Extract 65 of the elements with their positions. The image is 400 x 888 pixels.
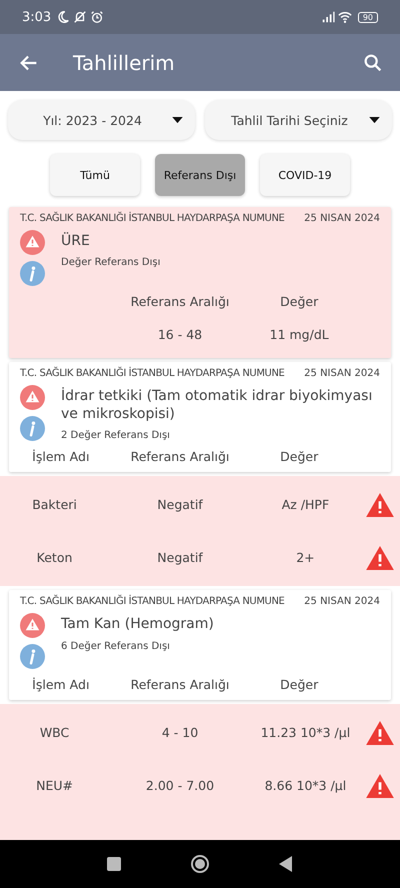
column-header: Değer [280, 677, 318, 692]
hospital-name: T.C. SAĞLIK BAKANLIĞI İSTANBUL HAYDARPAŞA NUMUNE [20, 368, 284, 379]
out-of-range-count: Değer Referans Dışı [61, 257, 160, 268]
muted-bell-icon [73, 10, 88, 24]
test-name: ÜRE [61, 232, 91, 250]
battery-level: 90 [358, 12, 378, 22]
result-card[interactable]: T.C. SAĞLIK BAKANLIĞI İSTANBUL HAYDARPAŞA NUMUNE 25 NISAN 2024 Tam Kan (Hemogram) 6 Değer Referans Dışı İşlem Adı Referans Aralığı Değer [9, 590, 391, 700]
filter-tab[interactable]: Referans Dışı [155, 154, 245, 196]
out-of-range-count: 6 Değer Referans Dışı [61, 640, 171, 652]
screen-title: Tahlillerim [73, 50, 175, 74]
column-header: İşlem Adı [32, 677, 90, 692]
warning-icon [366, 774, 394, 798]
info-icon [20, 261, 45, 286]
column-header: Referans Aralığı [130, 677, 230, 692]
result-date: 25 NISAN 2024 [304, 596, 380, 608]
table-cell: WBC [40, 725, 70, 740]
caret-icon [369, 116, 380, 124]
warning-icon [20, 230, 45, 255]
warning-icon [20, 613, 45, 638]
recents-icon[interactable] [104, 854, 124, 874]
table-cell: 11.23 10*3 /µl [260, 725, 350, 740]
table-cell: NEU# [36, 778, 73, 794]
table-cell: Keton [36, 550, 72, 566]
search-icon[interactable] [362, 52, 384, 74]
moon-icon [56, 10, 70, 24]
table-cell: 2.00 - 7.00 [146, 778, 214, 794]
dropdown[interactable]: Tahlil Tarihi Seçiniz [205, 100, 392, 140]
table-cell: Bakteri [32, 497, 77, 512]
table-cell: 2+ [296, 550, 315, 566]
test-name: İdrar tetkiki (Tam otomatik idrar biyokimyası ve mikroskopisi) [61, 387, 374, 424]
result-card[interactable]: T.C. SAĞLIK BAKANLIĞI İSTANBUL HAYDARPAŞA NUMUNE 25 NISAN 2024 ÜRE Değer Referans Dışı Referans Aralığı Değer 16 - 48 11 mg/dL [9, 207, 391, 358]
info-icon [20, 644, 45, 670]
table-cell: 4 - 10 [162, 725, 198, 740]
out-of-range-count: 2 Değer Referans Dışı [61, 430, 171, 442]
home-icon[interactable] [190, 854, 210, 874]
warning-icon [366, 720, 394, 745]
table-cell: 11 mg/dL [270, 327, 329, 342]
warning-icon [366, 492, 394, 517]
result-date: 25 NISAN 2024 [304, 368, 380, 379]
filter-tab[interactable]: COVID-19 [260, 154, 350, 196]
caret-icon [172, 116, 183, 124]
wifi-icon [338, 10, 352, 24]
table-cell: 8.66 10*3 /µl [264, 778, 346, 794]
column-header: Referans Aralığı [130, 449, 230, 464]
column-header: Değer [280, 294, 318, 309]
table-cell: Az /HPF [282, 497, 330, 512]
hospital-name: T.C. SAĞLIK BAKANLIĞI İSTANBUL HAYDARPAŞA NUMUNE [20, 596, 284, 608]
info-icon [20, 416, 45, 441]
alarm-icon [90, 10, 104, 24]
hospital-name: T.C. SAĞLIK BAKANLIĞI İSTANBUL HAYDARPAŞA NUMUNE [20, 213, 284, 224]
warning-icon [366, 546, 394, 570]
column-header: Değer [280, 449, 318, 464]
warning-icon [20, 385, 45, 410]
result-date: 25 NISAN 2024 [304, 213, 380, 224]
table-cell: Negatif [157, 497, 203, 512]
table-cell: 16 - 48 [158, 327, 202, 342]
dropdown[interactable]: Yıl: 2023 - 2024 [8, 100, 195, 140]
status-time: 3:03 [22, 10, 52, 24]
column-header: Referans Aralığı [130, 294, 230, 309]
test-name: Tam Kan (Hemogram) [61, 615, 214, 634]
signal-icon [320, 10, 335, 24]
result-card[interactable]: T.C. SAĞLIK BAKANLIĞI İSTANBUL HAYDARPAŞA NUMUNE 25 NISAN 2024 İdrar tetkiki (Tam otomatik idrar biyokimyası ve mikroskopisi) 2 Değer Referans Dışı İşlem Adı Referans Aralığı Değer [9, 362, 391, 472]
filter-tab[interactable]: Tümü [50, 154, 140, 196]
table-cell: Negatif [157, 550, 203, 566]
column-header: İşlem Adı [32, 449, 90, 464]
